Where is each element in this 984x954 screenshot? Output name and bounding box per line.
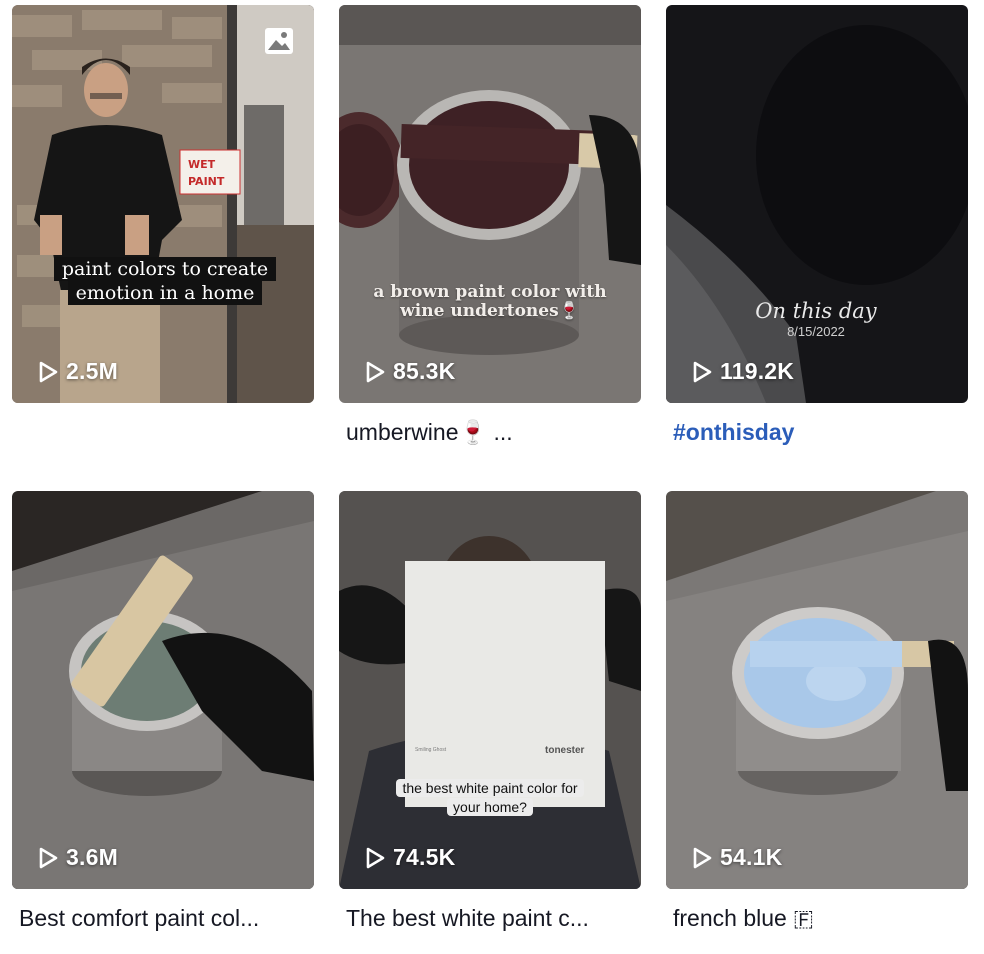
play-icon: [39, 361, 58, 382]
video-grid: WET PAINT paint colors to create emotion…: [0, 0, 984, 954]
view-count: 74.5K: [363, 844, 455, 871]
view-count-value: 85.3K: [393, 358, 456, 384]
video-overlay-text: the best white paint color for your home…: [382, 779, 598, 817]
play-icon: [366, 847, 385, 868]
thumbnail-image: Smiling Ghost tonester: [339, 491, 641, 889]
sign-text-1: WET: [188, 158, 216, 171]
video-caption[interactable]: french blue 🇫: [673, 903, 814, 933]
view-count-value: 54.1K: [720, 844, 783, 870]
overlay-line-2: wine undertones🍷: [400, 301, 580, 321]
thumbnail-image: [666, 5, 968, 403]
video-caption[interactable]: umberwine🍷 ...: [346, 417, 513, 447]
play-icon: [693, 361, 712, 382]
overlay-line-2: emotion in a home: [67, 281, 263, 305]
video-overlay-text: paint colors to create emotion in a home: [50, 257, 280, 305]
overlay-line-1: On this day: [755, 299, 877, 323]
thumbnail-image: [666, 491, 968, 889]
view-count: 3.6M: [36, 844, 118, 871]
video-thumbnail[interactable]: a brown paint color with wine undertones…: [339, 5, 641, 403]
view-count: 2.5M: [36, 358, 118, 385]
play-icon: [39, 847, 58, 868]
view-count-value: 74.5K: [393, 844, 456, 870]
view-count-value: 2.5M: [66, 358, 118, 384]
overlay-line-2: 8/15/2022: [787, 324, 845, 339]
view-count-value: 119.2K: [720, 358, 795, 384]
view-count-value: 3.6M: [66, 844, 118, 870]
swatch-small-text: Smiling Ghost: [415, 747, 447, 753]
photo-icon: [265, 28, 293, 54]
swatch-brand-text: tonester: [545, 745, 585, 756]
overlay-line-1: the best white paint color for: [396, 779, 584, 797]
video-overlay-text: On this day 8/15/2022: [726, 299, 906, 341]
overlay-line-1: paint colors to create: [53, 257, 277, 281]
video-thumbnail[interactable]: WET PAINT paint colors to create emotion…: [12, 5, 314, 403]
thumbnail-image: WET PAINT: [12, 5, 314, 403]
video-thumbnail[interactable]: 3.6M: [12, 491, 314, 889]
thumbnail-image: [339, 5, 641, 403]
overlay-line-1: a brown paint color with: [373, 282, 607, 302]
video-caption[interactable]: The best white paint c...: [346, 903, 589, 933]
view-count: 54.1K: [690, 844, 782, 871]
video-caption[interactable]: Best comfort paint col...: [19, 903, 259, 933]
thumbnail-image: [12, 491, 314, 889]
video-caption-hashtag[interactable]: #onthisday: [673, 417, 794, 447]
play-icon: [366, 361, 385, 382]
video-thumbnail[interactable]: 54.1K: [666, 491, 968, 889]
play-icon: [693, 847, 712, 868]
overlay-line-2: your home?: [447, 798, 533, 816]
view-count: 119.2K: [690, 358, 794, 385]
video-overlay-text: a brown paint color with wine undertones…: [359, 283, 621, 321]
video-thumbnail[interactable]: On this day 8/15/2022 119.2K: [666, 5, 968, 403]
view-count: 85.3K: [363, 358, 455, 385]
video-thumbnail[interactable]: Smiling Ghost tonester the best white pa…: [339, 491, 641, 889]
sign-text-2: PAINT: [188, 175, 225, 188]
